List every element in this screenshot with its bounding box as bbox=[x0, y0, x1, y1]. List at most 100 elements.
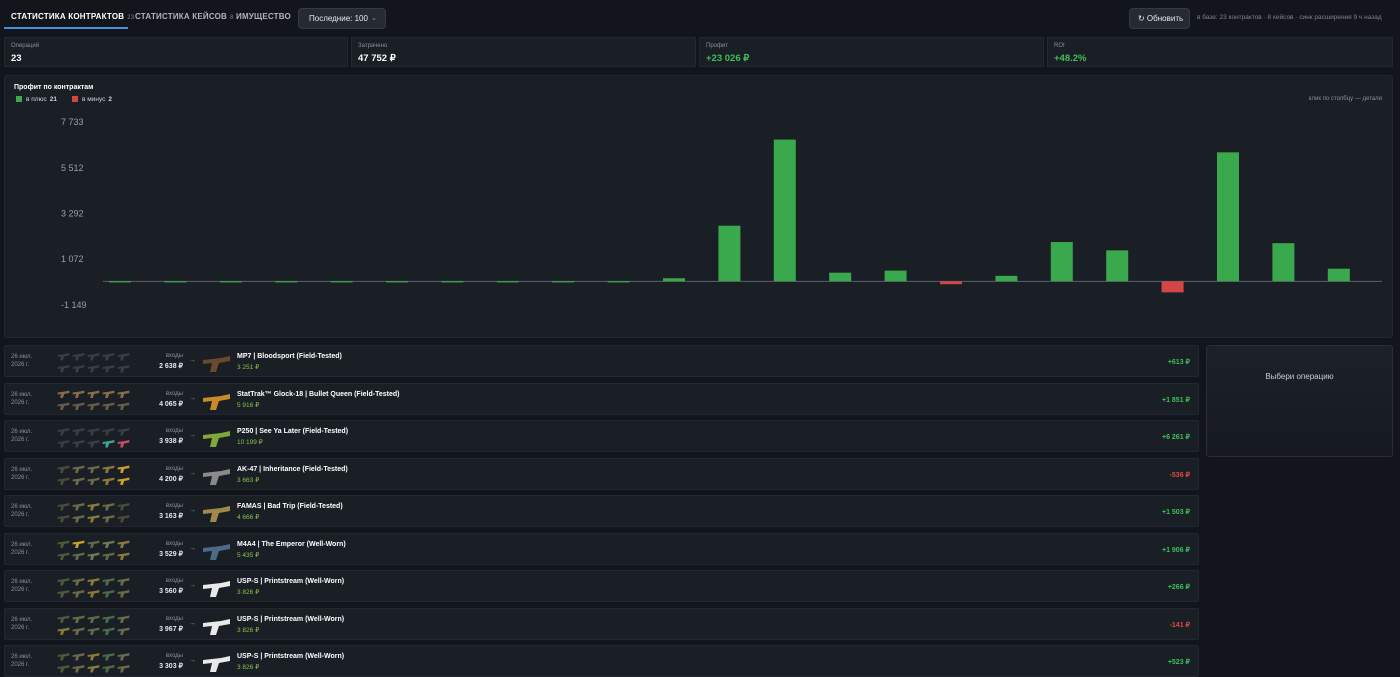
input-skin-icon bbox=[117, 365, 130, 373]
operation-row[interactable]: 26 июл. 2026 г. входы 3 938 ₽ → P250 | See Ya… bbox=[4, 420, 1199, 452]
input-skin-icon bbox=[87, 615, 100, 623]
profit-bar[interactable] bbox=[940, 281, 962, 285]
input-skin-icon bbox=[102, 477, 115, 485]
arrow-right-icon: → bbox=[189, 657, 196, 664]
profit-bar[interactable] bbox=[773, 139, 796, 282]
y-tick-label: 5 512 bbox=[61, 163, 84, 173]
output-skin-name: USP-S | Printstream (Well-Worn) bbox=[237, 615, 345, 623]
profit-bar[interactable] bbox=[1272, 243, 1295, 282]
input-skin-icon bbox=[72, 353, 85, 361]
inputs-total: 2 638 ₽ bbox=[159, 363, 183, 370]
operation-date: 26 июл. 2026 г. bbox=[11, 654, 33, 668]
operation-row[interactable]: 26 июл. 2026 г. входы 4 065 ₽ → StatTrak™ Glo… bbox=[4, 382, 1199, 415]
input-skin-icon bbox=[117, 440, 130, 448]
detail-placeholder: Выбери операцию bbox=[1265, 372, 1334, 381]
input-skin-icon bbox=[72, 503, 85, 511]
input-skins bbox=[57, 351, 133, 373]
profit-bar[interactable] bbox=[386, 281, 408, 283]
output-skin-price: 3 826 ₽ bbox=[237, 626, 260, 634]
inputs-label: входы bbox=[165, 428, 183, 434]
profit-bar[interactable] bbox=[995, 275, 1018, 282]
profit-bar[interactable] bbox=[663, 278, 685, 282]
input-skin-icon bbox=[57, 578, 70, 586]
profit-bar[interactable] bbox=[1327, 268, 1350, 282]
input-skin-icon bbox=[102, 590, 115, 598]
output-skin-price: 4 666 ₽ bbox=[237, 514, 260, 521]
input-skin-icon bbox=[102, 653, 115, 661]
profit-bar[interactable] bbox=[275, 281, 298, 283]
arrow-right-icon: → bbox=[189, 544, 196, 552]
input-skin-icon bbox=[102, 540, 115, 548]
input-skin-icon bbox=[72, 653, 85, 661]
stat-operations: Операций 23 bbox=[4, 37, 348, 67]
operation-row[interactable]: 26 июл. 2026 г. входы 3 560 ₽ → USP-S | Print… bbox=[4, 570, 1199, 602]
operation-row[interactable]: 26 июл. 2026 г. входы 3 163 ₽ → FAMAS | Bad T… bbox=[4, 495, 1199, 527]
output-skin-name: FAMAS | Bad Trip (Field-Tested) bbox=[237, 503, 343, 510]
inputs-total: 4 200 ₽ bbox=[159, 475, 183, 483]
profit-bar[interactable] bbox=[552, 281, 575, 283]
output-skin-name: P250 | See Ya Later (Field-Tested) bbox=[237, 428, 349, 435]
operation-profit: +523 ₽ bbox=[1167, 659, 1190, 666]
stat-label: Операций bbox=[11, 43, 40, 49]
profit-bar[interactable] bbox=[1050, 242, 1073, 282]
input-skin-icon bbox=[102, 515, 115, 523]
input-skin-icon bbox=[57, 615, 70, 623]
input-skin-icon bbox=[87, 552, 100, 560]
profit-bar[interactable] bbox=[1161, 281, 1184, 293]
input-skin-icon bbox=[72, 365, 85, 373]
profit-bar[interactable] bbox=[441, 281, 464, 283]
output-skin-price: 3 251 ₽ bbox=[237, 364, 260, 371]
operation-row[interactable]: 26 июл. 2026 г. входы 2 638 ₽ → MP7 | Bloodsp… bbox=[4, 345, 1199, 377]
profit-bar[interactable] bbox=[1106, 250, 1129, 282]
inputs-total: 3 560 ₽ bbox=[159, 588, 183, 595]
output-skin-icon bbox=[203, 468, 230, 485]
input-skin-icon bbox=[72, 615, 85, 623]
tab-contract-stats[interactable]: СТАТИСТИКА КОНТРАКТОВ 23 bbox=[11, 12, 134, 21]
input-skins bbox=[57, 539, 133, 561]
output-skin-icon bbox=[203, 656, 230, 672]
profit-bar[interactable] bbox=[330, 281, 353, 283]
inputs-label: входы bbox=[165, 353, 183, 359]
input-skin-icon bbox=[117, 428, 130, 436]
operation-profit: +6 261 ₽ bbox=[1161, 434, 1190, 441]
detail-panel: Выбери операцию bbox=[1206, 345, 1393, 457]
operation-row[interactable]: 26 июл. 2026 г. входы 4 200 ₽ → AK-47 | Inher… bbox=[4, 457, 1199, 490]
refresh-button[interactable]: ↻ Обновить bbox=[1129, 8, 1190, 29]
inputs-total: 3 967 ₽ bbox=[159, 625, 183, 633]
arrow-right-icon: → bbox=[189, 432, 196, 439]
profit-bar[interactable] bbox=[164, 281, 187, 283]
profit-bar[interactable] bbox=[109, 281, 131, 283]
operation-row[interactable]: 26 июл. 2026 г. входы 3 303 ₽ → USP-S | Print… bbox=[4, 645, 1199, 677]
input-skin-icon bbox=[72, 590, 85, 598]
inputs-total: 3 938 ₽ bbox=[159, 438, 183, 445]
profit-bar[interactable] bbox=[496, 281, 519, 283]
input-skin-icon bbox=[72, 515, 85, 523]
operation-profit: +266 ₽ bbox=[1167, 584, 1190, 591]
output-skin-price: 3 663 ₽ bbox=[237, 476, 260, 484]
input-skin-icon bbox=[102, 402, 115, 410]
operation-date: 26 июл. 2026 г. bbox=[11, 466, 33, 481]
filter-select[interactable]: Последние: 100 ⌄ bbox=[298, 8, 386, 29]
output-skin-icon bbox=[203, 543, 230, 560]
profit-bar[interactable] bbox=[607, 281, 630, 283]
output-skin-price: 3 826 ₽ bbox=[237, 589, 260, 596]
profit-bar[interactable] bbox=[829, 272, 852, 282]
operation-profit: -141 ₽ bbox=[1169, 621, 1190, 629]
input-skin-icon bbox=[57, 440, 70, 448]
input-skin-icon bbox=[102, 365, 115, 373]
operation-row[interactable]: 26 июл. 2026 г. входы 3 967 ₽ → USP-S | Print… bbox=[4, 607, 1199, 640]
input-skin-icon bbox=[57, 465, 70, 473]
profit-bar[interactable] bbox=[884, 270, 907, 282]
tab-case-stats[interactable]: СТАТИСТИКА КЕЙСОВ 8 bbox=[135, 12, 234, 21]
operation-row[interactable]: 26 июл. 2026 г. входы 3 529 ₽ → M4A4 | The Em… bbox=[4, 532, 1199, 565]
tab-inventory[interactable]: ИМУЩЕСТВО bbox=[236, 12, 291, 21]
input-skin-icon bbox=[87, 540, 100, 548]
profit-bar[interactable] bbox=[219, 281, 242, 283]
inputs-label: входы bbox=[165, 390, 183, 397]
input-skin-icon bbox=[102, 578, 115, 586]
input-skin-icon bbox=[117, 665, 130, 673]
input-skin-icon bbox=[57, 590, 70, 598]
profit-bar[interactable] bbox=[718, 225, 741, 282]
profit-bar[interactable] bbox=[1217, 152, 1239, 282]
arrow-right-icon: → bbox=[189, 507, 196, 514]
